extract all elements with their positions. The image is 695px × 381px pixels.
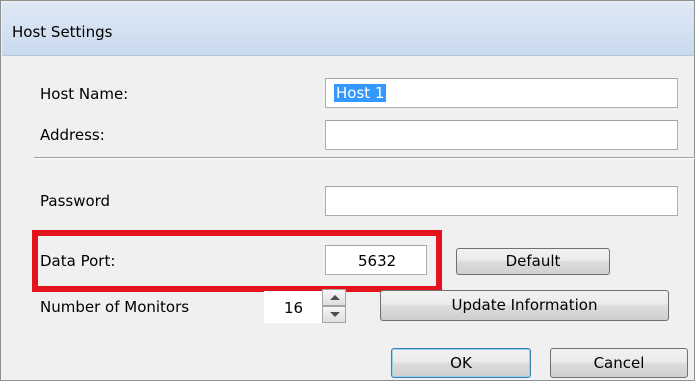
default-button[interactable]: Default: [456, 248, 610, 275]
title-bar: Host Settings: [2, 2, 694, 56]
cancel-button[interactable]: Cancel: [550, 348, 688, 378]
default-button-label: Default: [505, 252, 561, 270]
address-label: Address:: [40, 126, 105, 144]
monitors-input[interactable]: 16: [264, 291, 324, 323]
spinner-up-button[interactable]: [322, 289, 346, 306]
data-port-highlight-box: [32, 230, 442, 292]
password-label: Password: [40, 192, 111, 210]
monitors-label: Number of Monitors: [40, 298, 190, 316]
monitors-spinner: [322, 289, 346, 323]
address-input[interactable]: [325, 120, 678, 150]
ok-button-label: OK: [450, 354, 472, 372]
arrow-down-icon: [330, 312, 340, 317]
host-name-value: Host 1: [334, 84, 387, 102]
window-title: Host Settings: [12, 23, 113, 41]
password-input[interactable]: [325, 186, 678, 216]
host-name-label: Host Name:: [40, 85, 129, 103]
arrow-up-icon: [330, 295, 340, 300]
update-information-button-label: Update Information: [451, 296, 598, 314]
host-name-input[interactable]: Host 1: [325, 78, 678, 108]
spinner-down-button[interactable]: [322, 306, 346, 323]
cancel-button-label: Cancel: [593, 354, 645, 372]
monitors-value: 16: [284, 299, 304, 317]
separator: [34, 157, 695, 159]
update-information-button[interactable]: Update Information: [380, 290, 669, 321]
ok-button[interactable]: OK: [391, 348, 531, 378]
host-settings-dialog: Host Settings Host Name: Host 1 Address:…: [0, 0, 695, 381]
